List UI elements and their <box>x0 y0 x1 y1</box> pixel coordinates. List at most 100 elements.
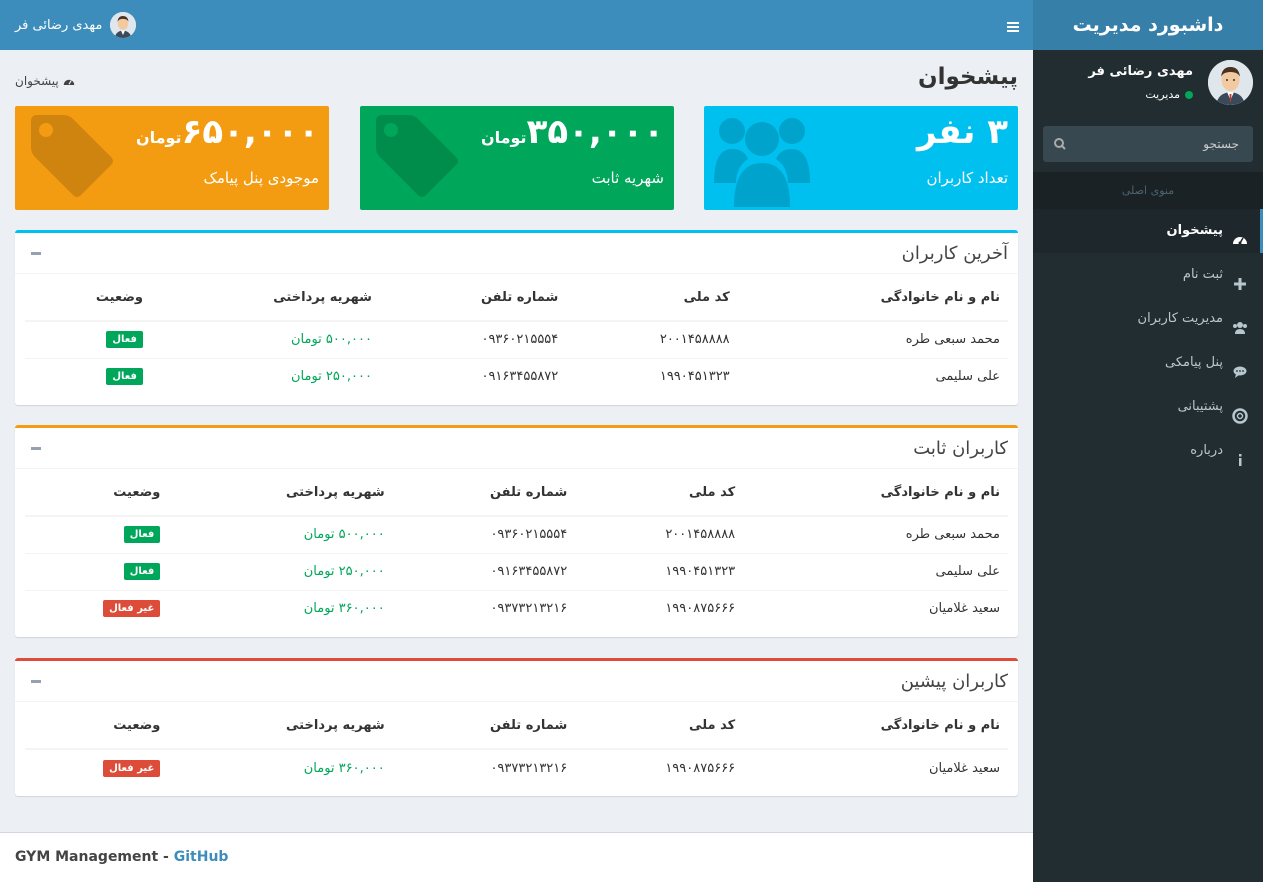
cell-fee: ۳۶۰,۰۰۰ تومان <box>168 589 393 627</box>
sidebar-search <box>1043 126 1253 162</box>
search-input[interactable] <box>1073 126 1253 162</box>
cell-fee: ۲۵۰,۰۰۰ تومان <box>150 357 380 395</box>
column-header: کد ملی <box>575 469 744 517</box>
stat-label: تعداد کاربران <box>926 169 1009 187</box>
fixed-users-box: کاربران ثابت نام و نام خانوادگی کد ملی ش… <box>15 425 1018 637</box>
sidebar-item-label: پشتیبانی <box>1177 399 1223 414</box>
sidebar: داشبورد مدیریت مهدی رضائی فر مدیریت منوی… <box>1033 0 1263 882</box>
cell-fee: ۵۰۰,۰۰۰ تومان <box>168 515 393 553</box>
column-header: نام و نام خانوادگی <box>743 702 1008 750</box>
sidebar-item-dashboard[interactable]: پیشخوان <box>1033 209 1263 253</box>
cell-name: علی سلیمی <box>743 552 1008 590</box>
column-header: وضعیت <box>25 469 169 517</box>
search-icon[interactable] <box>1051 135 1069 153</box>
dashboard-icon <box>1232 223 1248 245</box>
sidebar-item-about[interactable]: درباره <box>1033 429 1263 473</box>
user-panel: مهدی رضائی فر مدیریت <box>1033 50 1263 122</box>
status-badge: فعال <box>123 526 161 544</box>
status-badge: فعال <box>123 563 161 580</box>
sidebar-item-register[interactable]: ثبت نام <box>1033 253 1263 297</box>
stat-label: شهریه ثابت <box>591 169 664 187</box>
tag-icon <box>31 115 113 197</box>
cell-status: فعال <box>25 515 169 553</box>
table-header-row: نام و نام خانوادگی کد ملی شماره تلفن شهر… <box>25 274 1008 322</box>
cell-national-id: ۲۰۰۱۴۵۸۸۸۸ <box>575 515 744 553</box>
user-name: مهدی رضائی فر <box>1088 64 1193 79</box>
footer-text: GYM Management - <box>15 849 174 865</box>
cell-national-id: ۱۹۹۰۴۵۱۳۲۳ <box>566 357 738 395</box>
latest-users-box: آخرین کاربران نام و نام خانوادگی کد ملی … <box>15 230 1018 405</box>
stat-value: ۳ نفر <box>917 112 1008 152</box>
sidebar-item-label: پیشخوان <box>1166 223 1224 238</box>
users-table: نام و نام خانوادگی کد ملی شماره تلفن شهر… <box>25 274 1008 395</box>
table-row: سعید غلامیان ۱۹۹۰۸۷۵۶۶۶ ۰۹۳۷۳۲۱۳۲۱۶ ۳۶۰,… <box>25 589 1008 627</box>
cell-phone: ۰۹۳۷۳۲۱۳۲۱۶ <box>392 748 576 786</box>
status-badge: غیر فعال <box>103 759 161 777</box>
column-header: شهریه پرداختی <box>168 469 393 517</box>
table-row: علی سلیمی ۱۹۹۰۴۵۱۳۲۳ ۰۹۱۶۳۴۵۵۸۷۲ ۲۵۰,۰۰۰… <box>25 357 1008 395</box>
info-icon <box>1232 443 1248 466</box>
cell-status: فعال <box>25 320 151 358</box>
collapse-icon[interactable] <box>31 252 41 255</box>
column-header: کد ملی <box>566 274 738 322</box>
column-header: شهریه پرداختی <box>150 274 380 322</box>
cell-status: غیر فعال <box>25 589 169 627</box>
navbar-user-menu[interactable]: مهدی رضائی فر <box>15 12 137 38</box>
top-navbar: مهدی رضائی فر <box>0 0 1033 50</box>
stat-label: موجودی پنل پیامک <box>203 169 319 187</box>
dashboard-icon <box>63 76 75 88</box>
breadcrumb[interactable]: پیشخوان <box>15 74 75 88</box>
page-title: پیشخوان <box>918 64 1018 90</box>
navbar-user-name: مهدی رضائی فر <box>15 17 103 33</box>
users-table: نام و نام خانوادگی کد ملی شماره تلفن شهر… <box>25 702 1008 786</box>
users-icon <box>714 118 810 207</box>
footer: GYM Management - GitHub <box>0 832 1033 882</box>
table-row: محمد سبعی طره ۲۰۰۱۴۵۸۸۸۸ ۰۹۳۶۰۲۱۵۵۵۴ ۵۰۰… <box>25 515 1008 553</box>
cell-national-id: ۱۹۹۰۸۷۵۶۶۶ <box>575 748 744 786</box>
column-header: نام و نام خانوادگی <box>737 274 1008 322</box>
cell-phone: ۰۹۱۶۳۴۵۵۸۷۲ <box>379 357 567 395</box>
cell-fee: ۲۵۰,۰۰۰ تومان <box>168 552 393 590</box>
user-status: مدیریت <box>1145 88 1193 101</box>
table-header-row: نام و نام خانوادگی کد ملی شماره تلفن شهر… <box>25 469 1008 517</box>
former-users-box: کاربران پیشین نام و نام خانوادگی کد ملی … <box>15 658 1018 796</box>
brand-logo[interactable]: داشبورد مدیریت <box>1033 0 1263 50</box>
plus-icon <box>1232 267 1248 290</box>
table-row: سعید غلامیان ۱۹۹۰۸۷۵۶۶۶ ۰۹۳۷۳۲۱۳۲۱۶ ۳۶۰,… <box>25 748 1008 786</box>
cell-phone: ۰۹۳۶۰۲۱۵۵۵۴ <box>392 515 576 553</box>
cell-fee: ۳۶۰,۰۰۰ تومان <box>168 748 393 786</box>
sidebar-item-users[interactable]: مدیریت کاربران <box>1033 297 1263 341</box>
sidebar-item-label: مدیریت کاربران <box>1137 311 1223 326</box>
avatar <box>1208 60 1253 105</box>
github-link[interactable]: GitHub <box>174 849 229 865</box>
stat-value: ۳۵۰,۰۰۰تومان <box>480 112 664 152</box>
column-header: وضعیت <box>25 702 169 750</box>
online-status-icon <box>1185 91 1193 99</box>
stat-box-sms-balance: ۶۵۰,۰۰۰تومان موجودی پنل پیامک <box>15 106 329 210</box>
cell-phone: ۰۹۱۶۳۴۵۵۸۷۲ <box>392 552 576 590</box>
column-header: شهریه پرداختی <box>168 702 393 750</box>
stat-box-users: ۳ نفر تعداد کاربران <box>704 106 1018 210</box>
box-title: کاربران ثابت <box>15 428 1018 469</box>
menu-toggle-icon[interactable] <box>1007 18 1019 32</box>
cell-name: سعید غلامیان <box>743 589 1008 627</box>
cell-national-id: ۱۹۹۰۴۵۱۳۲۳ <box>575 552 744 590</box>
column-header: شماره تلفن <box>379 274 567 322</box>
users-icon <box>1232 311 1248 334</box>
sidebar-item-support[interactable]: پشتیبانی <box>1033 385 1263 429</box>
sidebar-item-label: ثبت نام <box>1182 267 1223 282</box>
lifebuoy-icon <box>1232 399 1248 424</box>
sidebar-item-sms-panel[interactable]: پنل پیامکی <box>1033 341 1263 385</box>
column-header: وضعیت <box>25 274 151 322</box>
column-header: شماره تلفن <box>392 469 576 517</box>
table-row: علی سلیمی ۱۹۹۰۴۵۱۳۲۳ ۰۹۱۶۳۴۵۵۸۷۲ ۲۵۰,۰۰۰… <box>25 552 1008 590</box>
chat-icon <box>1232 355 1248 378</box>
breadcrumb-item: پیشخوان <box>15 74 59 88</box>
collapse-icon[interactable] <box>31 447 41 450</box>
cell-name: سعید غلامیان <box>743 748 1008 786</box>
sidebar-item-label: پنل پیامکی <box>1165 355 1223 370</box>
cell-status: فعال <box>25 552 169 590</box>
cell-status: فعال <box>25 357 151 395</box>
status-badge: فعال <box>106 331 143 349</box>
collapse-icon[interactable] <box>31 680 41 683</box>
